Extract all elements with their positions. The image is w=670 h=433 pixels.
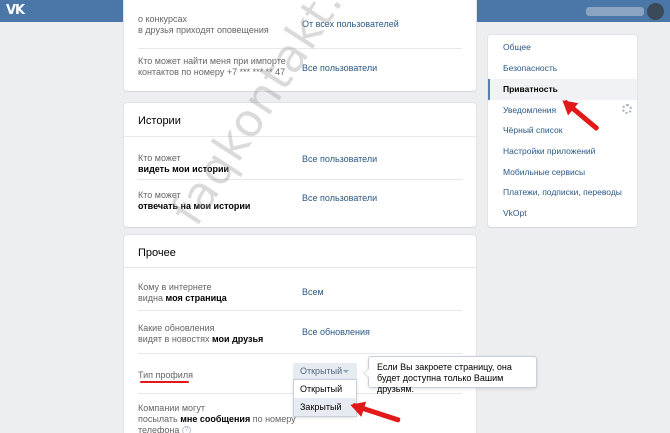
menu-item-mobile-services[interactable]: Мобильные сервисы (488, 162, 637, 183)
profile-type-tooltip: Если Вы закроете страницу, она будет дос… (363, 356, 537, 394)
privacy-row-value[interactable]: Все обновления (302, 327, 370, 338)
privacy-row-value[interactable]: Всем (302, 287, 324, 298)
privacy-row-label: Какие обновления видят в новостях мои др… (138, 323, 264, 344)
privacy-row-label: Кто может отвечать на мои истории (138, 190, 251, 211)
row-divider (138, 310, 462, 311)
row-divider (138, 353, 462, 354)
option-closed[interactable]: Закрытый (294, 398, 356, 416)
stories-card: Истории Кто может видеть мои истории Все… (124, 103, 476, 227)
gear-icon[interactable] (622, 104, 632, 114)
privacy-row-label: Кто может видеть мои истории (138, 153, 230, 174)
privacy-row-value[interactable]: Все пользователи (302, 154, 377, 165)
chevron-down-icon (343, 370, 349, 373)
option-open[interactable]: Открытый (294, 380, 356, 398)
privacy-card-top: о конкурсах в друзья приходят оповещения… (124, 0, 476, 91)
privacy-row-value[interactable]: Все пользователи (302, 63, 377, 74)
section-title: Истории (138, 115, 181, 127)
profile-type-dropdown[interactable]: Открытый (293, 363, 357, 380)
menu-item-blacklist[interactable]: Чёрный список (488, 120, 637, 141)
row-divider (138, 179, 462, 180)
privacy-row-label: Кому в интернете видна моя страница (138, 282, 227, 303)
menu-item-security[interactable]: Безопасность (488, 58, 637, 79)
avatar (647, 3, 664, 20)
user-name-blurred (586, 7, 644, 16)
help-icon[interactable]: ? (181, 426, 191, 433)
section-divider (124, 136, 476, 137)
menu-item-vkopt[interactable]: VkOpt (488, 203, 637, 224)
menu-item-app-settings[interactable]: Настройки приложений (488, 141, 637, 162)
privacy-row-value[interactable]: Все пользователи (302, 193, 377, 204)
section-title: Прочее (138, 247, 176, 259)
row-divider (138, 48, 462, 49)
settings-menu: Общее Безопасность Приватность Уведомлен… (488, 35, 637, 227)
menu-item-privacy[interactable]: Приватность (488, 79, 637, 100)
menu-item-payments[interactable]: Платежи, подписки, переводы (488, 182, 637, 203)
menu-item-general[interactable]: Общее (488, 37, 637, 58)
section-divider (124, 267, 476, 268)
annotation-underline (140, 381, 189, 383)
privacy-row-value[interactable]: От всех пользователей (302, 19, 399, 30)
dropdown-selected-value: Открытый (300, 366, 343, 376)
privacy-row-label: Кто может найти меня при импорте контакт… (138, 56, 286, 77)
company-messages-label: Компании могут посылать мне сообщения по… (138, 403, 308, 433)
vk-logo[interactable]: VK (6, 3, 26, 19)
user-menu[interactable] (584, 3, 670, 20)
profile-type-label: Тип профиля (138, 370, 193, 380)
privacy-row-label: о конкурсах в друзья приходят оповещения (138, 14, 269, 35)
